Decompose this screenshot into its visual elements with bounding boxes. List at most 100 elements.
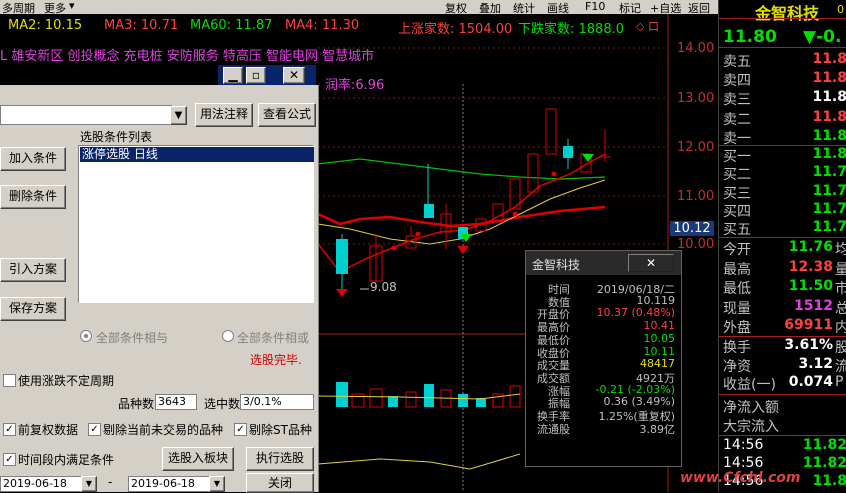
popup-row: 成交量 48417 xyxy=(526,357,681,372)
quote-stat: 外盘 69911 内 xyxy=(723,317,846,336)
tick-price: 11.82 xyxy=(802,455,846,471)
buy-level-value: 11.7 xyxy=(812,219,846,236)
exclude-st-checkbox[interactable]: ✓ xyxy=(234,423,247,436)
popup-row: 换手率 1.25%(重复权) xyxy=(526,408,681,423)
sell-level-value: 11.8 xyxy=(812,127,846,144)
to-board-button[interactable]: 选股入板块 xyxy=(162,447,234,471)
candle xyxy=(563,146,573,158)
quote-stat-side: 总 xyxy=(835,300,846,317)
current-price-tag: 10.12 xyxy=(670,221,714,236)
fundamental-stat: 收益(一) 0.074 P xyxy=(723,374,846,393)
fundamental-stat-side: P xyxy=(835,374,844,391)
quote-stat-label: 今开 xyxy=(723,242,751,258)
sell-level: 卖二 11.8 xyxy=(723,109,846,128)
condition-list-item[interactable]: 涨停选股 日线 xyxy=(80,147,314,162)
date-from-field[interactable]: 2019-06-18 xyxy=(0,476,84,492)
tick-row: 14:56 11.82 xyxy=(723,437,846,456)
sell-level-value: 11.8 xyxy=(812,51,846,67)
tick-time: 14:56 xyxy=(723,437,764,453)
fundamental-stat: 换手 3.61% 股 xyxy=(723,337,846,356)
view-formula-button[interactable]: 查看公式 xyxy=(258,103,316,127)
quote-stat: 最高 12.38 量 xyxy=(723,259,846,278)
formula-dropdown[interactable] xyxy=(0,105,172,125)
popup-row: 流通股 3.89亿 xyxy=(526,421,681,436)
fundamental-stat-value: 0.074 xyxy=(788,374,833,391)
dropdown-arrow-icon[interactable]: ▼ xyxy=(170,106,187,125)
delete-condition-button[interactable]: 删除条件 xyxy=(0,185,66,209)
axis-label: 13.00 xyxy=(677,91,715,106)
popup-title: 金智科技 xyxy=(532,258,581,272)
popup-close-icon[interactable]: ✕ xyxy=(628,254,674,272)
popup-row: 成交额 4921万 xyxy=(526,370,681,385)
popup-row-value: 10.11 xyxy=(643,344,676,358)
candle xyxy=(424,204,434,218)
concept-tags: L 雄安新区 创投概念 充电桩 安防服务 特高压 智能电网 智慧城市 xyxy=(0,49,375,64)
quote-stat: 最低 11.50 市 xyxy=(723,278,846,297)
popup-row-value: 3.89亿 xyxy=(639,422,676,436)
sell-level-value: 11.8 xyxy=(812,70,846,87)
data-info-popup: 金智科技 ✕ 时间 2019/06/18/二 数值 10.119 开盘价 10.37 (0… xyxy=(525,250,682,467)
last-price: 11.80 xyxy=(723,27,777,47)
add-condition-button[interactable]: 加入条件 xyxy=(0,147,66,171)
period-condition-label: 时间段内满足条件 xyxy=(18,453,115,467)
runrate-label: 润率:6.96 xyxy=(325,78,385,93)
date-to-field[interactable]: 2019-06-18 xyxy=(128,476,212,492)
f10-button[interactable]: F10 xyxy=(585,0,605,13)
radio-or-label: 全部条件相或 xyxy=(237,331,310,345)
radio-and[interactable] xyxy=(80,330,92,342)
popup-row: 收盘价 10.11 xyxy=(526,344,681,360)
quote-stat: 现量 1512 总 xyxy=(723,298,846,317)
quote-stat-label: 现量 xyxy=(723,300,751,317)
quote-stat-side: 内 xyxy=(835,320,846,337)
fundamental-stat-side: 股 xyxy=(835,340,846,356)
popup-header: 金智科技 ✕ xyxy=(526,251,681,275)
quote-stat-value: 11.76 xyxy=(788,239,833,255)
import-scheme-button[interactable]: 引入方案 xyxy=(0,258,66,282)
popup-row-value: 10.05 xyxy=(643,331,676,345)
quote-stat-label: 最低 xyxy=(723,281,751,298)
watermark: www.Cfchl.com xyxy=(680,470,801,486)
period-condition-checkbox[interactable]: ✓ xyxy=(3,453,16,466)
restore-icon[interactable]: ▫ xyxy=(246,67,266,84)
buy-level-label: 买三 xyxy=(723,185,751,202)
close-button[interactable]: 关闭 xyxy=(246,473,314,493)
exclude-st-label: 剔除ST品种 xyxy=(249,423,312,437)
count-field: 3643 xyxy=(155,394,197,410)
date-to-dropdown-icon[interactable]: ▼ xyxy=(209,476,225,492)
condition-list[interactable]: 涨停选股 日线 xyxy=(78,145,314,303)
buy-level: 买五 11.7 xyxy=(723,219,846,238)
buy-level: 买三 11.7 xyxy=(723,183,846,202)
ma3-label: MA3: 10.71 xyxy=(104,18,179,33)
popup-row-key: 流通股 xyxy=(537,422,570,436)
usage-note-button[interactable]: 用法注释 xyxy=(195,103,253,127)
popup-row: 时间 2019/06/18/二 xyxy=(526,281,681,296)
quote-stat-side: 市 xyxy=(835,281,846,298)
ma-legend: MA2: 10.15 MA3: 10.71 MA60: 11.87 MA4: 1… xyxy=(0,18,668,37)
sell-level-label: 卖二 xyxy=(723,111,751,128)
selected-field: 3/0.1% xyxy=(240,394,314,410)
fundamental-stat-label: 换手 xyxy=(723,340,751,356)
buy-level-label: 买二 xyxy=(723,167,751,184)
more-arrow-icon: ▾ xyxy=(69,0,75,12)
use-period-checkbox[interactable] xyxy=(3,374,16,387)
quote-stat-side: 均 xyxy=(835,242,846,258)
popup-row: 振幅 0.36 (3.49%) xyxy=(526,395,681,410)
radio-and-label: 全部条件相与 xyxy=(96,331,169,345)
adjust-data-checkbox[interactable]: ✓ xyxy=(3,423,16,436)
minimize-icon[interactable]: ▁ xyxy=(223,67,243,84)
radio-or[interactable] xyxy=(222,330,234,342)
date-from-dropdown-icon[interactable]: ▼ xyxy=(81,476,97,492)
popup-row: 开盘价 10.37 (0.48%) xyxy=(526,306,681,321)
close-icon[interactable]: ✕ xyxy=(283,67,305,84)
sell-level: 卖四 11.8 xyxy=(723,70,846,89)
save-scheme-button[interactable]: 保存方案 xyxy=(0,297,66,321)
quote-stat: 今开 11.76 均 xyxy=(723,239,846,258)
buy-level-value: 11.8 xyxy=(812,146,846,162)
popup-row-value: -0.21 (-2.03%) xyxy=(595,382,675,396)
buy-level: 买四 11.7 xyxy=(723,201,846,220)
quote-stat-value: 69911 xyxy=(784,317,833,334)
run-selection-button[interactable]: 执行选股 xyxy=(246,447,314,471)
mini-window-titlebar: ▁ ▫ ✕ xyxy=(218,65,316,85)
fundamental-stat-label: 净资 xyxy=(723,358,751,375)
exclude-untraded-checkbox[interactable]: ✓ xyxy=(88,423,101,436)
